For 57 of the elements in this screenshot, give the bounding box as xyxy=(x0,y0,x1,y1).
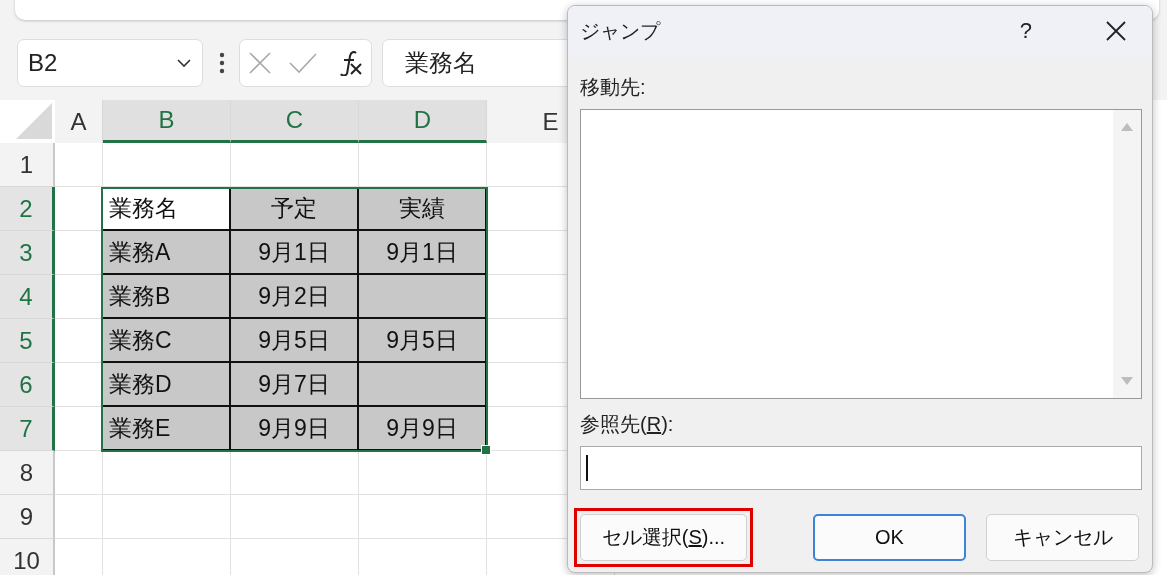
empty-cell[interactable] xyxy=(103,451,231,495)
column-header[interactable]: A xyxy=(55,100,103,143)
row-header[interactable]: 10 xyxy=(0,539,55,575)
select-all-icon[interactable] xyxy=(16,103,52,139)
cancel-icon[interactable] xyxy=(248,51,273,75)
column-header[interactable]: B xyxy=(103,100,231,143)
row-header[interactable]: 9 xyxy=(0,495,55,539)
empty-cell[interactable] xyxy=(359,495,487,539)
table-cell[interactable]: 9月1日 xyxy=(231,231,359,275)
fill-handle[interactable] xyxy=(481,445,491,455)
table-cell[interactable]: 業務名 xyxy=(103,187,231,231)
table-cell[interactable]: 業務A xyxy=(103,231,231,275)
empty-cell[interactable] xyxy=(231,451,359,495)
empty-cell[interactable] xyxy=(231,143,359,187)
scrollbar[interactable] xyxy=(1113,110,1141,398)
table-cell[interactable]: 9月1日 xyxy=(359,231,487,275)
table-cell[interactable]: 9月7日 xyxy=(231,363,359,407)
table-cell[interactable]: 9月9日 xyxy=(359,407,487,451)
scroll-down-icon[interactable] xyxy=(1120,376,1134,386)
help-button[interactable]: ? xyxy=(1015,18,1036,44)
reference-label: 参照先(R): xyxy=(580,412,674,437)
column-header[interactable]: D xyxy=(359,100,487,143)
table-cell[interactable]: 9月5日 xyxy=(359,319,487,363)
empty-cell[interactable] xyxy=(359,143,487,187)
row-header[interactable]: 4 xyxy=(0,275,55,319)
table-cell[interactable]: 9月9日 xyxy=(231,407,359,451)
name-box[interactable]: B2 xyxy=(17,39,203,87)
more-options-icon[interactable] xyxy=(219,52,225,74)
dialog-button[interactable]: キャンセル xyxy=(986,514,1139,561)
row-header[interactable]: 2 xyxy=(0,187,55,231)
close-icon[interactable] xyxy=(1106,21,1126,41)
table-cell[interactable] xyxy=(359,275,487,319)
dialog-button[interactable]: OK xyxy=(813,514,966,561)
empty-cell[interactable] xyxy=(103,143,231,187)
reference-field[interactable] xyxy=(580,446,1142,490)
column-header[interactable]: C xyxy=(231,100,359,143)
check-icon[interactable] xyxy=(288,52,319,74)
table-cell[interactable]: 業務C xyxy=(103,319,231,363)
table-cell[interactable]: 業務E xyxy=(103,407,231,451)
scroll-up-icon[interactable] xyxy=(1120,122,1134,132)
dialog-button[interactable]: セル選択(S)... xyxy=(580,514,747,561)
table-cell[interactable]: 9月2日 xyxy=(231,275,359,319)
row-header[interactable]: 7 xyxy=(0,407,55,451)
row-header[interactable]: 6 xyxy=(0,363,55,407)
row-header[interactable]: 1 xyxy=(0,143,55,187)
table-cell[interactable]: 予定 xyxy=(231,187,359,231)
empty-cell[interactable] xyxy=(231,495,359,539)
table-cell[interactable]: 9月5日 xyxy=(231,319,359,363)
empty-cell[interactable] xyxy=(103,495,231,539)
table-cell[interactable]: 業務B xyxy=(103,275,231,319)
table-cell[interactable]: 業務D xyxy=(103,363,231,407)
row-header[interactable]: 8 xyxy=(0,451,55,495)
chevron-down-icon[interactable] xyxy=(176,58,192,68)
row-header[interactable]: 3 xyxy=(0,231,55,275)
table-cell[interactable] xyxy=(359,363,487,407)
table-cell[interactable]: 実績 xyxy=(359,187,487,231)
row-header[interactable]: 5 xyxy=(0,319,55,363)
